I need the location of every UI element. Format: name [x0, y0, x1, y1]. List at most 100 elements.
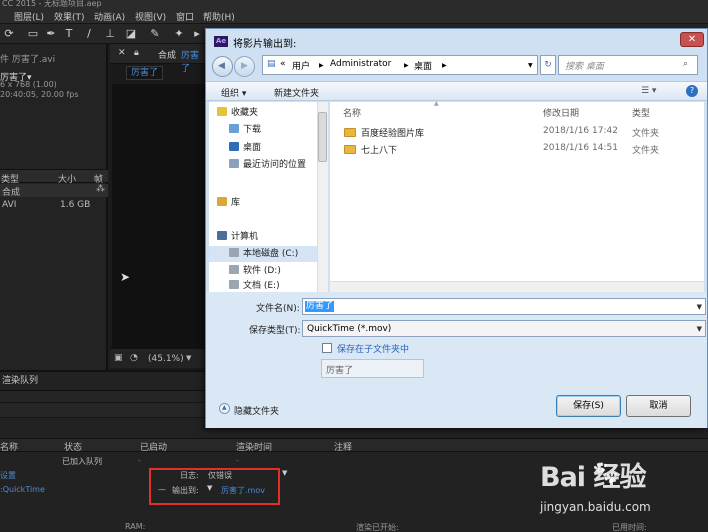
- save-dialog: Ae 将影片输出到: ✕ ◀ ▶ ▤ « 用户 ▶ Administrator …: [205, 28, 708, 428]
- breadcrumb-users[interactable]: 用户: [292, 59, 310, 72]
- column-started[interactable]: 已启动: [140, 440, 167, 453]
- chevron-down-icon[interactable]: ▼: [186, 354, 191, 362]
- new-folder-button[interactable]: 新建文件夹: [274, 86, 319, 99]
- chevron-down-icon[interactable]: ▼: [528, 62, 533, 69]
- column-header-type[interactable]: 类型: [632, 106, 650, 119]
- close-icon[interactable]: ✕: [118, 48, 126, 58]
- file-list-scrollbar[interactable]: [330, 281, 704, 292]
- close-button[interactable]: ✕: [680, 32, 704, 47]
- chevron-down-icon[interactable]: ▼: [697, 303, 702, 311]
- breadcrumb-separator-icon: ▶: [319, 62, 324, 69]
- subfolder-label[interactable]: 保存在子文件夹中: [337, 342, 409, 355]
- navigation-scroll-thumb[interactable]: [318, 112, 327, 162]
- render-started-label: 渲染已开始:: [356, 523, 399, 532]
- brush-tool-icon[interactable]: /: [82, 27, 96, 41]
- column-render-time[interactable]: 渲染时间: [236, 440, 272, 453]
- breadcrumb-overflow[interactable]: «: [280, 59, 286, 69]
- drive-icon: [229, 265, 239, 274]
- project-row-size: 1.6 GB: [60, 200, 91, 210]
- filename-input[interactable]: 厉害了 ▼: [302, 298, 706, 315]
- pen-tool-icon[interactable]: ✒: [44, 27, 58, 41]
- refresh-button[interactable]: ↻: [540, 55, 556, 75]
- column-header-date[interactable]: 修改日期: [543, 106, 579, 119]
- cancel-button[interactable]: 取消: [626, 395, 691, 417]
- chevron-down-icon[interactable]: ▼: [697, 325, 702, 333]
- more-tools-icon[interactable]: ▸: [190, 27, 204, 41]
- composition-viewer[interactable]: ➤: [112, 84, 205, 348]
- nav-drive-c-label: 本地磁盘 (C:): [243, 249, 299, 259]
- nav-drive-c[interactable]: 本地磁盘 (C:): [209, 246, 317, 262]
- tab-composition-label[interactable]: 合成: [158, 48, 176, 61]
- column-comment[interactable]: 注释: [334, 440, 352, 453]
- log-dropdown-icon[interactable]: ▼: [282, 469, 287, 477]
- menu-layer[interactable]: 图层(L): [14, 10, 44, 23]
- filename-value: 厉害了: [305, 301, 335, 312]
- clone-tool-icon[interactable]: ⊥: [103, 27, 117, 41]
- forward-button[interactable]: ▶: [234, 56, 255, 77]
- rectangle-tool-icon[interactable]: ▭: [26, 27, 40, 41]
- save-button[interactable]: 保存(S): [556, 395, 621, 417]
- desktop-icon: [229, 142, 239, 151]
- breadcrumb-administrator[interactable]: Administrator: [330, 59, 391, 69]
- baidu-watermark: Bai 经验 🐾︎ jingyan.baidu.com: [540, 455, 708, 532]
- collapse-icon[interactable]: ▲: [219, 403, 230, 414]
- menu-help[interactable]: 帮助(H): [203, 10, 235, 23]
- menu-animation[interactable]: 动画(A): [94, 10, 125, 23]
- nav-drive-d[interactable]: 软件 (D:): [229, 263, 281, 279]
- column-name[interactable]: 名称: [0, 440, 18, 453]
- file-date: 2018/1/16 14:51: [543, 143, 618, 153]
- highlight-annotation: [149, 468, 280, 505]
- tab-render-queue[interactable]: 渲染队列: [0, 372, 60, 390]
- search-input[interactable]: 搜索 桌面 ⌕: [558, 55, 698, 75]
- breadcrumb-separator-icon: ▶: [442, 62, 447, 69]
- tab-composition-name[interactable]: 厉害了: [181, 48, 205, 74]
- search-icon[interactable]: ⌕: [683, 59, 688, 69]
- menu-effect[interactable]: 效果(T): [54, 10, 85, 23]
- list-item[interactable]: 百度经验图片库 2018/1/16 17:42 文件夹: [330, 124, 704, 140]
- lock-icon[interactable]: 🔒︎: [134, 48, 139, 58]
- hide-folders-button[interactable]: 隐藏文件夹: [234, 404, 279, 417]
- breadcrumb-desktop[interactable]: 桌面: [414, 59, 432, 72]
- project-row[interactable]: AVI 1.6 GB: [0, 199, 108, 212]
- column-header-name[interactable]: 名称: [343, 106, 361, 119]
- menu-view[interactable]: 视图(V): [135, 10, 166, 23]
- pin-tool-icon[interactable]: ✦: [172, 27, 186, 41]
- zoom-level[interactable]: (45.1%): [148, 354, 184, 364]
- organize-button[interactable]: 组织 ▾: [221, 86, 246, 99]
- type-tool-icon[interactable]: T: [62, 27, 76, 41]
- subfolder-name-input[interactable]: 厉害了: [321, 359, 424, 378]
- nav-computer[interactable]: 计算机: [217, 229, 258, 245]
- render-time-placeholder: -: [236, 456, 239, 465]
- filetype-value: QuickTime (*.mov): [307, 324, 392, 334]
- nav-desktop-label: 桌面: [243, 143, 262, 153]
- dialog-titlebar[interactable]: Ae 将影片输出到: ✕: [206, 29, 707, 53]
- view-options-icon[interactable]: ☰ ▾: [641, 86, 656, 96]
- file-name: 七上八下: [361, 146, 398, 156]
- composition-label[interactable]: 厉害了: [126, 66, 164, 80]
- nav-libraries[interactable]: 库: [217, 195, 240, 211]
- address-bar[interactable]: ▤ « 用户 ▶ Administrator ▶ 桌面 ▶ ▼: [262, 55, 538, 75]
- rotate-tool-icon[interactable]: ⟳: [2, 27, 16, 41]
- queue-status: 已加入队列: [62, 457, 102, 466]
- eraser-tool-icon[interactable]: ◪: [124, 27, 138, 41]
- nav-desktop[interactable]: 桌面: [229, 140, 261, 156]
- list-item[interactable]: 七上八下 2018/1/16 14:51 文件夹: [330, 141, 704, 157]
- filetype-select[interactable]: QuickTime (*.mov) ▼: [302, 320, 706, 337]
- snapshot-icon[interactable]: ◔: [130, 353, 138, 363]
- render-settings-link[interactable]: 设置: [0, 470, 16, 481]
- help-icon[interactable]: ?: [686, 85, 698, 97]
- subfolder-checkbox[interactable]: [322, 343, 332, 353]
- roto-tool-icon[interactable]: ✎: [148, 27, 162, 41]
- nav-drive-e[interactable]: 文档 (E:): [229, 278, 280, 292]
- column-status[interactable]: 状态: [64, 440, 82, 453]
- watermark-url: jingyan.baidu.com: [540, 500, 651, 514]
- project-row[interactable]: 合成 ⁂: [0, 184, 108, 198]
- nav-recent[interactable]: 最近访问的位置: [229, 157, 306, 173]
- nav-favorites[interactable]: 收藏夹: [217, 105, 258, 121]
- menu-window[interactable]: 窗口: [176, 10, 194, 23]
- preview-icon[interactable]: ▣: [114, 353, 123, 363]
- back-button[interactable]: ◀: [212, 56, 233, 77]
- nav-downloads[interactable]: 下载: [229, 122, 261, 138]
- ram-label: RAM:: [125, 522, 146, 531]
- output-module-link[interactable]: :QuickTime: [0, 485, 45, 494]
